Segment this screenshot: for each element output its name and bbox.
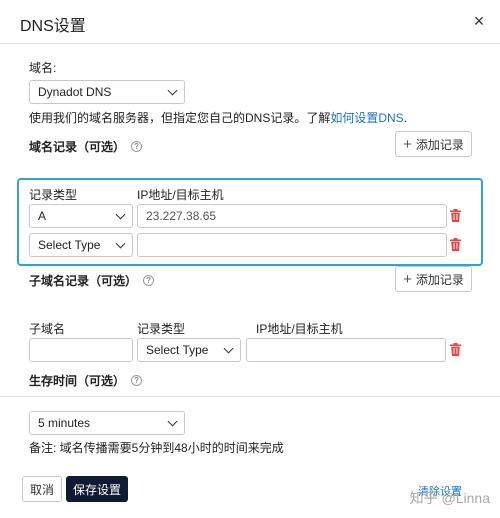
chevron-down-icon bbox=[167, 85, 178, 95]
domain-note-suffix: . bbox=[403, 111, 408, 125]
cancel-button[interactable]: 取消 bbox=[22, 476, 62, 502]
section-divider bbox=[0, 396, 500, 397]
subdomain-records-heading-text: 子域名记录（可选） bbox=[29, 274, 138, 288]
add-domain-record-button[interactable]: + 添加记录 bbox=[395, 131, 472, 157]
watermark: 知乎 @Linna bbox=[409, 490, 490, 506]
add-subdomain-record-label: 添加记录 bbox=[415, 272, 464, 287]
ttl-select[interactable]: 5 minutes bbox=[29, 411, 185, 435]
domain-dns-select-value: Dynadot DNS bbox=[38, 85, 112, 99]
col-target-host: IP地址/目标主机 bbox=[137, 188, 224, 202]
chevron-down-icon bbox=[167, 416, 178, 426]
target-host-input[interactable]: 23.227.38.65 bbox=[137, 204, 447, 228]
help-icon[interactable]: ? bbox=[131, 141, 143, 152]
add-domain-record-label: 添加记录 bbox=[415, 137, 464, 152]
trash-icon[interactable] bbox=[450, 238, 461, 251]
domain-note-text: 使用我们的域名服务器，但指定您自己的DNS记录。了解 bbox=[29, 111, 331, 125]
add-subdomain-record-button[interactable]: + 添加记录 bbox=[395, 266, 472, 292]
domain-label: 域名: bbox=[29, 61, 57, 75]
subdomain-input[interactable] bbox=[29, 338, 133, 362]
header-divider bbox=[0, 43, 500, 44]
target-host-input[interactable] bbox=[137, 233, 447, 257]
record-type-select[interactable]: A bbox=[29, 204, 133, 228]
col-record-type: 记录类型 bbox=[137, 322, 186, 336]
col-target-host: IP地址/目标主机 bbox=[256, 322, 343, 336]
ttl-select-value: 5 minutes bbox=[38, 416, 91, 430]
chevron-down-icon bbox=[115, 209, 126, 219]
subdomain-records-heading: 子域名记录（可选） ? bbox=[29, 272, 155, 289]
domain-note: 使用我们的域名服务器，但指定您自己的DNS记录。了解如何设置DNS. bbox=[29, 109, 489, 126]
trash-icon[interactable] bbox=[450, 209, 461, 222]
col-subdomain: 子域名 bbox=[29, 322, 66, 336]
chevron-down-icon bbox=[223, 343, 234, 353]
trash-icon[interactable] bbox=[450, 343, 461, 356]
col-record-type: 记录类型 bbox=[29, 188, 78, 202]
target-host-value: 23.227.38.65 bbox=[146, 209, 217, 223]
how-to-setup-dns-link[interactable]: 如何设置DNS bbox=[330, 111, 403, 125]
chevron-down-icon bbox=[115, 238, 126, 248]
help-icon[interactable]: ? bbox=[143, 275, 155, 286]
ttl-note: 备注: 域名传播需要5分钟到48小时的时间来完成 bbox=[29, 441, 284, 455]
domain-records-heading: 域名记录（可选） ? bbox=[29, 138, 143, 155]
record-type-select[interactable]: Select Type bbox=[29, 233, 133, 257]
subdomain-record-type-select[interactable]: Select Type bbox=[137, 338, 241, 362]
record-type-value: Select Type bbox=[38, 238, 101, 252]
ttl-heading-text: 生存时间（可选） bbox=[29, 374, 126, 388]
plus-icon: + bbox=[403, 135, 412, 153]
subdomain-record-type-value: Select Type bbox=[146, 343, 209, 357]
ttl-heading: 生存时间（可选） ? bbox=[29, 372, 143, 389]
subdomain-target-input[interactable] bbox=[246, 338, 446, 362]
save-settings-button[interactable]: 保存设置 bbox=[66, 476, 128, 502]
domain-records-heading-text: 域名记录（可选） bbox=[29, 140, 126, 154]
plus-icon: + bbox=[403, 270, 412, 288]
record-type-value: A bbox=[38, 209, 47, 223]
dialog-title: DNS设置 bbox=[20, 18, 86, 35]
close-icon[interactable]: × bbox=[470, 11, 488, 32]
domain-dns-select[interactable]: Dynadot DNS bbox=[29, 80, 185, 104]
help-icon[interactable]: ? bbox=[131, 375, 143, 386]
